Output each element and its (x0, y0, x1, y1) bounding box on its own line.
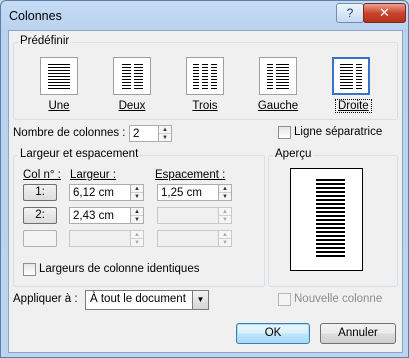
two-columns-icon (113, 57, 151, 95)
preset-three[interactable]: Trois (175, 57, 235, 115)
preset-two[interactable]: Deux (102, 57, 162, 115)
preview-group-label: Aperçu (273, 148, 314, 160)
preset-two-label: Deux (118, 100, 146, 112)
column-2-button[interactable]: 2: (23, 207, 57, 224)
spin-up-icon[interactable]: ▲ (219, 185, 231, 192)
new-column-label: Nouvelle colonne (294, 293, 383, 305)
width-header: Largeur : (70, 169, 117, 181)
width-spacing-group-label: Largeur et espacement (18, 148, 141, 160)
one-column-icon (40, 57, 78, 95)
apply-to-label: Appliquer à : (13, 293, 78, 305)
spin-down-icon[interactable]: ▼ (131, 215, 143, 223)
apply-to-value: À tout le document (90, 293, 186, 305)
columns-dialog: Colonnes ? ✕ Prédéfinir Une Deux Trois G… (0, 0, 409, 358)
column-2-spacing-input (157, 207, 219, 224)
new-column-checkbox (278, 293, 291, 306)
column-1-spacing-input[interactable]: 1,25 cm (157, 184, 219, 201)
spin-down-icon: ▼ (131, 238, 143, 246)
column-1-button[interactable]: 1: (23, 184, 57, 201)
column-2-width-input[interactable]: 2,43 cm (69, 207, 131, 224)
ok-button[interactable]: OK (236, 323, 310, 344)
num-columns-label: Nombre de colonnes : (13, 127, 126, 139)
column-3-width-input (69, 230, 131, 247)
spin-down-icon[interactable]: ▼ (131, 192, 143, 200)
spin-down-icon[interactable]: ▼ (219, 192, 231, 200)
column-1-width-spinner[interactable]: ▲ ▼ (131, 184, 144, 201)
preset-three-label: Trois (192, 100, 218, 112)
presets-group-label: Prédéfinir (18, 35, 72, 47)
column-2-width-spinner[interactable]: ▲ ▼ (131, 207, 144, 224)
column-1-spacing-spinner[interactable]: ▲ ▼ (219, 184, 232, 201)
column-3-width-spinner: ▲ ▼ (131, 230, 144, 247)
spacing-header: Espacement : (155, 169, 226, 181)
column-1-width-input[interactable]: 6,12 cm (69, 184, 131, 201)
cancel-button[interactable]: Annuler (320, 323, 396, 344)
num-columns-spinner[interactable]: ▲ ▼ (159, 125, 172, 142)
column-2-spacing-spinner: ▲ ▼ (219, 207, 232, 224)
preview-page (290, 168, 363, 271)
preset-right[interactable]: Droite (321, 57, 381, 115)
preset-one[interactable]: Une (29, 57, 89, 115)
separator-line-label: Ligne séparatrice (294, 126, 383, 138)
spin-down-icon: ▼ (219, 238, 231, 246)
close-button[interactable]: ✕ (363, 3, 406, 23)
spin-down-icon[interactable]: ▼ (159, 133, 171, 141)
preset-left[interactable]: Gauche (248, 57, 308, 115)
spin-up-icon[interactable]: ▲ (159, 126, 171, 133)
preset-one-label: Une (48, 100, 70, 112)
spin-up-icon: ▲ (222, 231, 228, 238)
spin-up-icon: ▲ (222, 208, 228, 215)
spin-up-icon[interactable]: ▲ (131, 185, 143, 192)
equal-width-label: Largeurs de colonne identiques (39, 263, 200, 275)
column-3-spacing-spinner: ▲ ▼ (219, 230, 232, 247)
preset-right-label: Droite (335, 99, 372, 113)
spin-up-icon[interactable]: ▲ (131, 208, 143, 215)
column-3-button (23, 230, 57, 247)
column-3-spacing-input (157, 230, 219, 247)
col-number-header: Col n° : (23, 169, 61, 181)
help-button[interactable]: ? (336, 3, 364, 23)
apply-to-select[interactable]: À tout le document ▼ (85, 290, 209, 310)
spin-up-icon: ▲ (134, 231, 140, 238)
num-columns-input[interactable]: 2 (129, 125, 159, 142)
three-columns-icon (186, 57, 224, 95)
preview-column-lines (316, 179, 345, 259)
separator-line-checkbox[interactable] (278, 126, 291, 139)
dialog-title: Colonnes (9, 9, 62, 23)
dialog-client-area: Prédéfinir Une Deux Trois Gauche Droite … (8, 30, 403, 353)
chevron-down-icon[interactable]: ▼ (192, 291, 208, 309)
right-column-icon (332, 57, 370, 95)
left-column-icon (259, 57, 297, 95)
preset-left-label: Gauche (257, 100, 299, 112)
equal-width-checkbox[interactable] (23, 263, 36, 276)
spin-down-icon: ▼ (219, 215, 231, 223)
